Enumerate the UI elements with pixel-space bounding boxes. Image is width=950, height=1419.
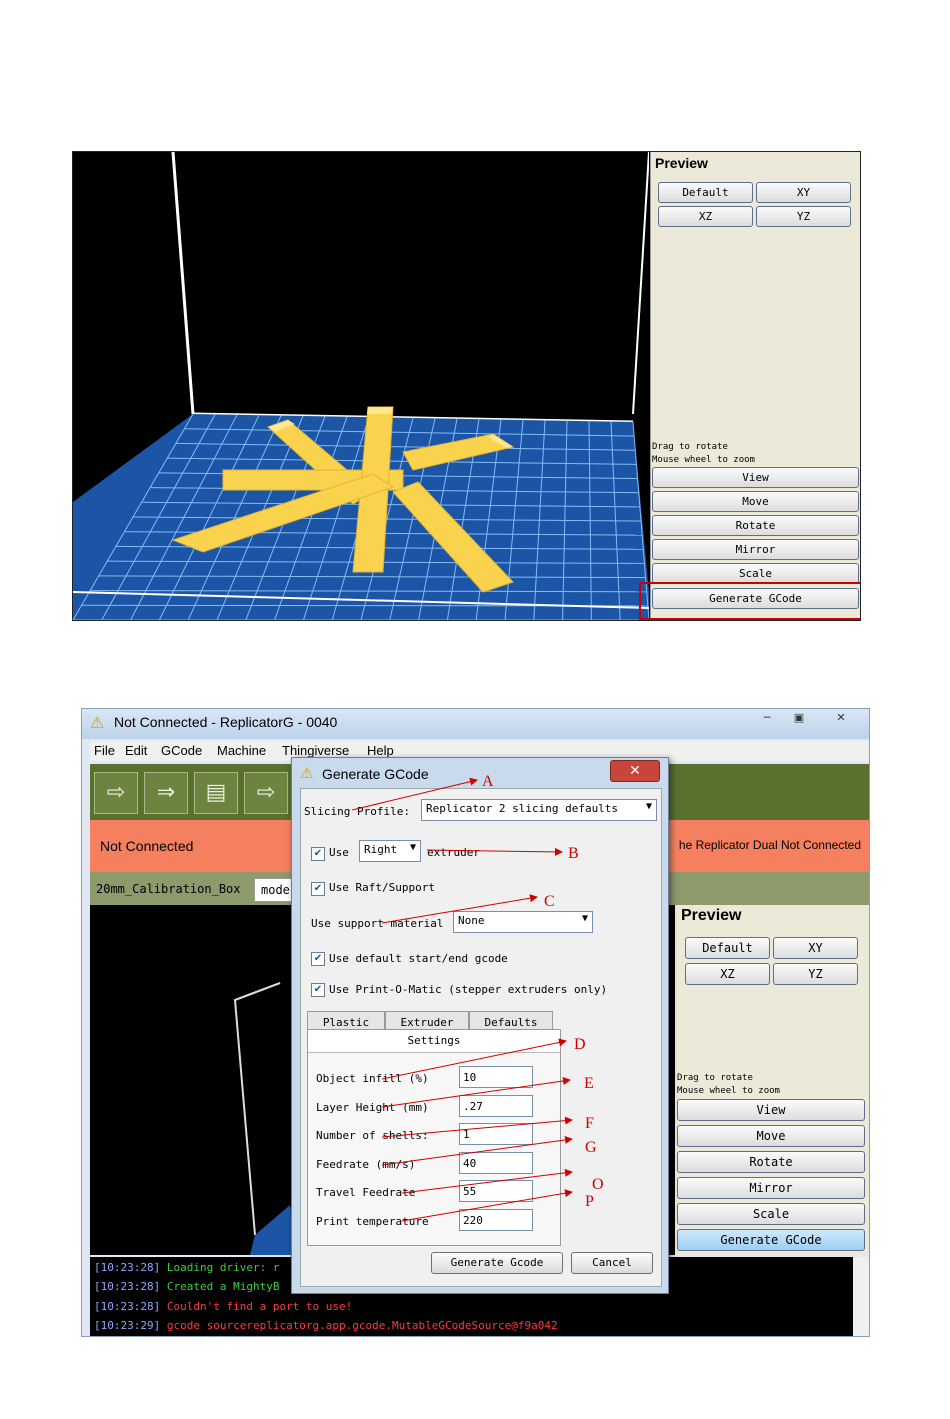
annotation-label: B — [568, 845, 579, 862]
generate-gcode-screenshot: ⚠ Not Connected - ReplicatorG - 0040 ─ ▣… — [81, 708, 870, 1337]
xy-view-button[interactable]: XY — [756, 182, 851, 203]
annotation-label: A — [482, 773, 494, 790]
annotation-label: E — [584, 1075, 594, 1092]
highlight-box — [639, 582, 860, 620]
scale-tool-button[interactable]: Scale — [652, 563, 859, 584]
annotation-label: F — [585, 1115, 594, 1132]
annotation-label: D — [574, 1036, 586, 1053]
xz-view-button[interactable]: XZ — [658, 206, 753, 227]
replicatorg-preview-screenshot: Preview Default XY XZ YZ Drag to rotate … — [72, 151, 861, 621]
view-tool-button[interactable]: View — [652, 467, 859, 488]
preview-title: Preview — [655, 155, 708, 171]
annotation-label: C — [544, 893, 555, 910]
annotation-arrows — [351, 777, 573, 1222]
build-volume-scene — [73, 152, 650, 620]
move-tool-button[interactable]: Move — [652, 491, 859, 512]
yz-view-button[interactable]: YZ — [756, 206, 851, 227]
rotate-tool-button[interactable]: Rotate — [652, 515, 859, 536]
rotate-hint: Drag to rotate — [652, 442, 728, 452]
mirror-tool-button[interactable]: Mirror — [652, 539, 859, 560]
annotation-label: P — [585, 1193, 594, 1210]
3d-viewport[interactable] — [73, 152, 650, 620]
default-view-button[interactable]: Default — [658, 182, 753, 203]
annotation-label: O — [592, 1176, 604, 1193]
zoom-hint: Mouse wheel to zoom — [652, 455, 755, 465]
annotation-label: G — [585, 1139, 597, 1156]
preview-panel: Preview Default XY XZ YZ Drag to rotate … — [650, 152, 860, 620]
